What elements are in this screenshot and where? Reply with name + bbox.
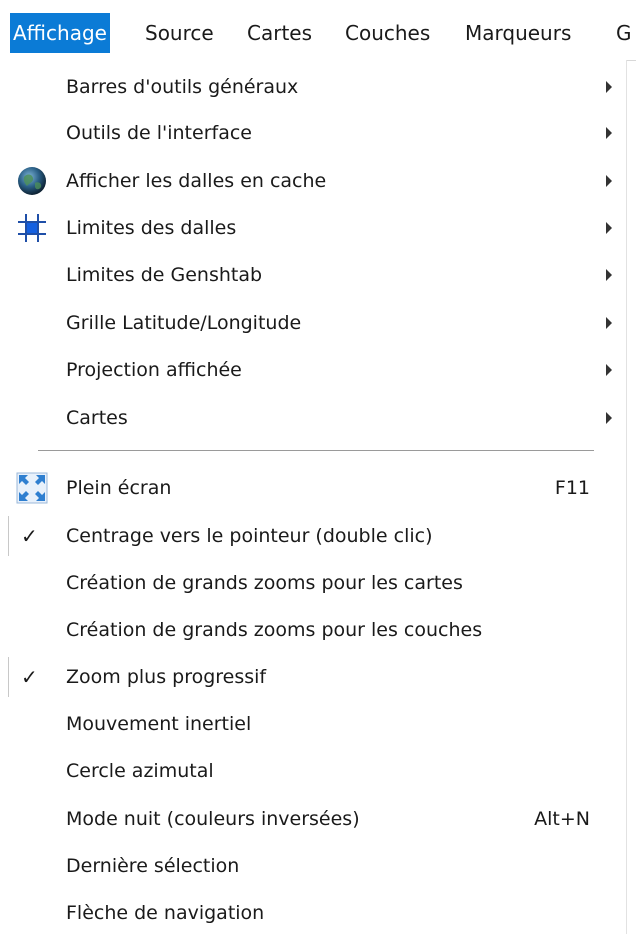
submenu-arrow-icon: [606, 269, 612, 281]
menu-item-grille-lat-long[interactable]: Grille Latitude/Longitude: [0, 300, 626, 346]
menu-item-centrage-pointeur[interactable]: ✓ Centrage vers le pointeur (double clic…: [0, 513, 626, 559]
menu-bar: Affichage Source Cartes Couches Marqueur…: [0, 0, 636, 61]
submenu-arrow-icon: [606, 222, 612, 234]
menu-item-dalles-cache[interactable]: Afficher les dalles en cache: [0, 158, 626, 204]
checkmark-icon: ✓: [21, 665, 38, 689]
shortcut-label: F11: [554, 477, 590, 499]
menu-source[interactable]: Source: [142, 13, 217, 53]
globe-icon: [16, 165, 48, 197]
submenu-arrow-icon: [606, 127, 612, 139]
tile-bounds-icon: [16, 212, 48, 244]
checkmark-icon: ✓: [21, 524, 38, 548]
menu-item-label: Création de grands zooms pour les couche…: [66, 619, 483, 641]
menu-item-label: Outils de l'interface: [66, 122, 252, 144]
menu-separator: [38, 450, 594, 451]
affichage-dropdown-menu: Barres d'outils généraux Outils de l'int…: [0, 60, 627, 934]
menu-g[interactable]: G: [613, 13, 635, 53]
submenu-arrow-icon: [606, 175, 612, 187]
menu-item-label: Limites des dalles: [66, 217, 237, 239]
submenu-arrow-icon: [606, 412, 612, 424]
menu-item-label: Cartes: [66, 407, 128, 429]
menu-cartes[interactable]: Cartes: [244, 13, 315, 53]
menu-item-limites-genshtab[interactable]: Limites de Genshtab: [0, 252, 626, 298]
menu-item-grands-zooms-couches[interactable]: Création de grands zooms pour les couche…: [0, 607, 626, 653]
fullscreen-icon: [16, 472, 48, 504]
menu-item-label: Zoom plus progressif: [66, 666, 267, 688]
menu-item-label: Plein écran: [66, 477, 172, 499]
menu-item-label: Création de grands zooms pour les cartes: [66, 572, 463, 594]
menu-item-mouvement-inertiel[interactable]: Mouvement inertiel: [0, 701, 626, 747]
menu-item-label: Cercle azimutal: [66, 760, 214, 782]
checkmark-box: ✓: [8, 657, 50, 697]
shortcut-label: Alt+N: [534, 808, 590, 830]
menu-item-label: Grille Latitude/Longitude: [66, 312, 302, 334]
checkmark-box: ✓: [8, 516, 50, 556]
menu-item-label: Centrage vers le pointeur (double clic): [66, 525, 433, 547]
menu-item-mode-nuit[interactable]: Mode nuit (couleurs inversées) Alt+N: [0, 796, 626, 842]
menu-item-projection[interactable]: Projection affichée: [0, 347, 626, 393]
menu-item-barres-outils[interactable]: Barres d'outils généraux: [0, 64, 626, 110]
menu-item-label: Barres d'outils généraux: [66, 76, 299, 98]
menu-item-grands-zooms-cartes[interactable]: Création de grands zooms pour les cartes: [0, 560, 626, 606]
menu-item-label: Limites de Genshtab: [66, 264, 263, 286]
menu-item-label: Mode nuit (couleurs inversées): [66, 808, 360, 830]
menu-marqueurs[interactable]: Marqueurs: [462, 13, 574, 53]
menu-item-label: Dernière sélection: [66, 855, 240, 877]
menu-item-label: Mouvement inertiel: [66, 713, 252, 735]
menu-item-plein-ecran[interactable]: Plein écran F11: [0, 465, 626, 511]
submenu-arrow-icon: [606, 317, 612, 329]
menu-item-cartes[interactable]: Cartes: [0, 395, 626, 441]
menu-item-outils-interface[interactable]: Outils de l'interface: [0, 110, 626, 156]
submenu-arrow-icon: [606, 81, 612, 93]
menu-affichage[interactable]: Affichage: [10, 13, 110, 53]
menu-item-label: Flèche de navigation: [66, 902, 265, 924]
submenu-arrow-icon: [606, 364, 612, 376]
menu-item-fleche-navigation[interactable]: Flèche de navigation: [0, 890, 626, 936]
menu-item-label: Afficher les dalles en cache: [66, 170, 327, 192]
menu-item-zoom-progressif[interactable]: ✓ Zoom plus progressif: [0, 654, 626, 700]
menu-item-label: Projection affichée: [66, 359, 242, 381]
menu-item-limites-dalles[interactable]: Limites des dalles: [0, 205, 626, 251]
menu-item-derniere-selection[interactable]: Dernière sélection: [0, 843, 626, 889]
menu-couches[interactable]: Couches: [342, 13, 433, 53]
menu-item-cercle-azimutal[interactable]: Cercle azimutal: [0, 748, 626, 794]
